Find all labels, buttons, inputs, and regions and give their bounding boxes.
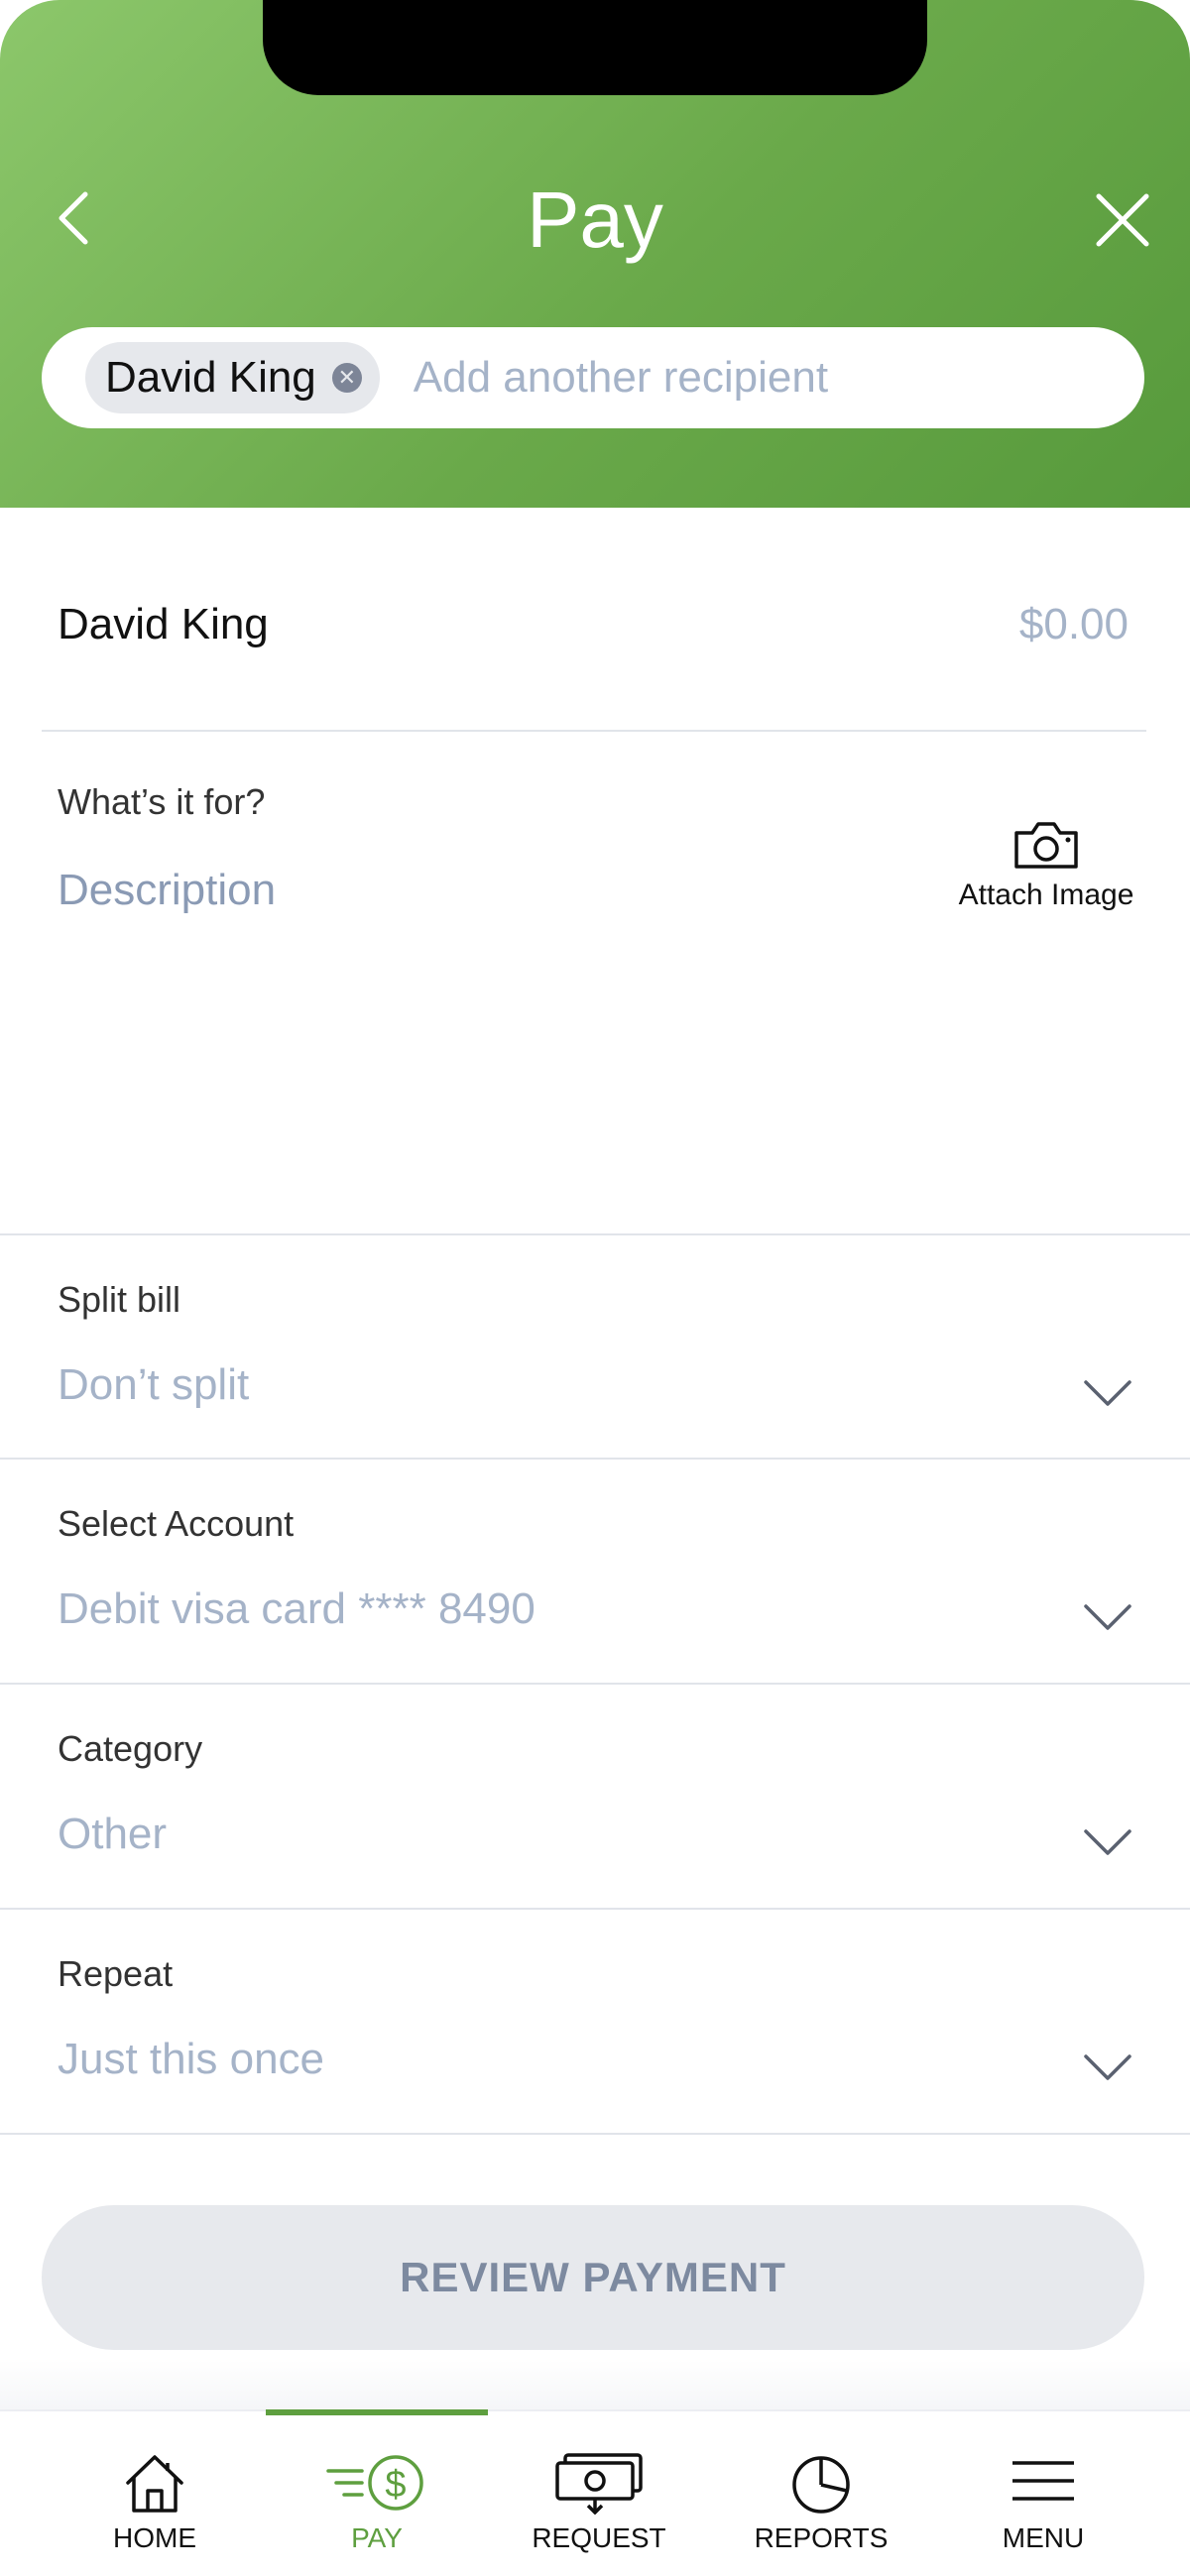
- home-icon: [126, 2455, 183, 2513]
- category-value: Other: [58, 1810, 168, 1858]
- request-icon: [555, 2453, 643, 2515]
- menu-icon: [1012, 2461, 1074, 2501]
- tab-home[interactable]: HOME: [44, 2411, 266, 2576]
- chevron-down-icon: [1084, 2054, 1131, 2080]
- category-label: Category: [58, 1728, 203, 1769]
- recipient-amount[interactable]: $0.00: [1019, 600, 1129, 649]
- select-account-select[interactable]: Select Account Debit visa card **** 8490: [0, 1460, 1190, 1684]
- repeat-select[interactable]: Repeat Just this once: [0, 1910, 1190, 2134]
- review-payment-button[interactable]: REVIEW PAYMENT: [42, 2205, 1144, 2350]
- tab-bar-shadow: [0, 2360, 1190, 2409]
- recipient-name: David King: [58, 600, 269, 648]
- divider: [42, 730, 1146, 732]
- tab-menu[interactable]: MENU: [932, 2411, 1154, 2576]
- chevron-down-icon: [1084, 1380, 1131, 1406]
- tab-request-label: REQUEST: [532, 2522, 666, 2553]
- tab-reports-label: REPORTS: [754, 2522, 889, 2553]
- page-title: Pay: [527, 176, 663, 264]
- split-bill-label: Split bill: [58, 1279, 181, 1320]
- repeat-value: Just this once: [58, 2035, 325, 2083]
- attach-image-label: Attach Image: [958, 878, 1134, 911]
- split-bill-value: Don’t split: [58, 1360, 250, 1409]
- add-recipient-input[interactable]: [413, 353, 1108, 403]
- description-input[interactable]: [58, 861, 851, 920]
- recipient-chip[interactable]: David King ✕: [85, 342, 380, 413]
- remove-recipient-icon[interactable]: ✕: [331, 363, 362, 393]
- select-account-label: Select Account: [58, 1503, 295, 1544]
- recipient-chip-label: David King: [105, 353, 316, 402]
- split-bill-select[interactable]: Split bill Don’t split: [0, 1235, 1190, 1460]
- tab-home-label: HOME: [113, 2522, 196, 2553]
- camera-icon: [1014, 822, 1078, 869]
- recipient-amount-row[interactable]: David King $0.00: [58, 575, 1129, 674]
- select-account-value: Debit visa card **** 8490: [58, 1584, 536, 1633]
- recipient-bar: David King ✕: [42, 327, 1144, 428]
- description-label: What’s it for?: [58, 781, 266, 822]
- close-button[interactable]: [1091, 188, 1154, 252]
- tab-menu-label: MENU: [1002, 2522, 1085, 2553]
- pay-icon: $: [326, 2455, 423, 2511]
- close-icon: [1096, 193, 1149, 247]
- svg-text:$: $: [385, 2464, 406, 2506]
- tab-request[interactable]: REQUEST: [488, 2411, 710, 2576]
- reports-icon: [792, 2456, 850, 2514]
- tab-reports[interactable]: REPORTS: [710, 2411, 932, 2576]
- chevron-down-icon: [1084, 1604, 1131, 1630]
- repeat-label: Repeat: [58, 1953, 174, 1994]
- tab-pay-label: PAY: [351, 2522, 403, 2553]
- device-notch: [263, 0, 927, 95]
- tab-bar: HOME $ PAY REQUEST REPORTS MENU: [0, 2409, 1190, 2576]
- tab-pay[interactable]: $ PAY: [266, 2409, 488, 2576]
- divider: [0, 2133, 1190, 2135]
- category-select[interactable]: Category Other: [0, 1685, 1190, 1909]
- chevron-down-icon: [1084, 1829, 1131, 1855]
- attach-image-button[interactable]: Attach Image: [952, 821, 1140, 920]
